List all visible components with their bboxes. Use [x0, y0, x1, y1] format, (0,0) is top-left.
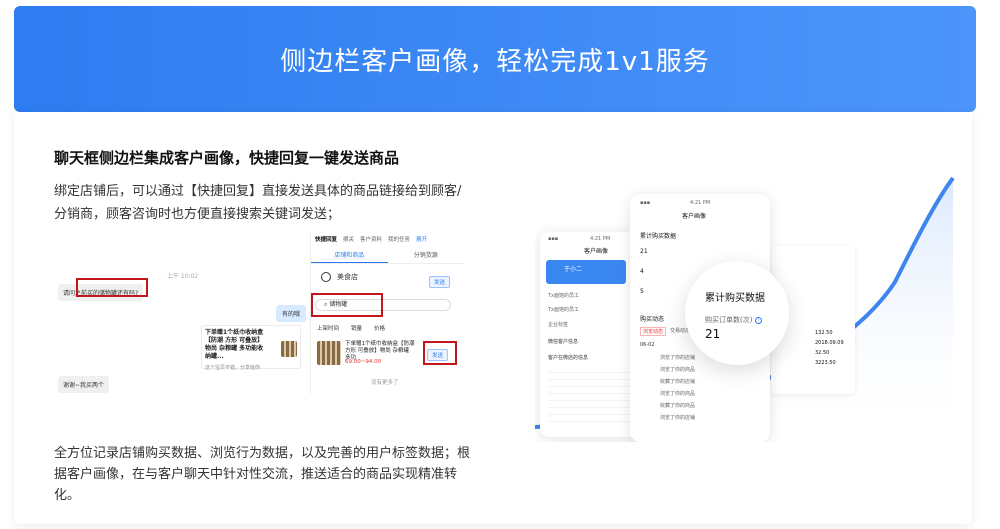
product-card-sub: 这个宝贝不错，分享给你 [205, 365, 261, 371]
subtab-distribution[interactable]: 分销货源 [388, 250, 465, 263]
popup-label: 购买订单数(次) i [705, 315, 762, 325]
tab-customer-profile[interactable]: 客户资料 [360, 235, 382, 243]
tab-tag[interactable]: 摘关 [343, 235, 354, 243]
agent-message: 有的哦 [276, 305, 307, 322]
product-card-title: 下单赠1个纸巾收纳盒【防潮 方形 可叠放】物尚 杂粮罐 多功能收纳罐... [205, 329, 264, 360]
send-highlight-box [423, 341, 457, 365]
sidebar-product-price: 69.00~94.00 [345, 359, 382, 365]
section-description-2: 全方位记录店铺购买数据、浏览行为数据，以及完善的用户标签数据；根据客户画像，在与… [54, 446, 471, 503]
sidebar-tabs: 快捷回复 摘关 客户资料 我的任务 展开 [315, 235, 460, 243]
popup-title: 累计购买数据 [705, 293, 765, 304]
shop-row: 美食店 [321, 272, 358, 282]
phone-front-title: 客户画像 [682, 213, 707, 220]
filter-sales[interactable]: 销量 [351, 324, 362, 332]
product-thumbnail [281, 341, 297, 357]
subtab-shop-products[interactable]: 店铺和商品 [311, 250, 388, 263]
sidebar-subtabs: 店铺和商品 分销货源 [311, 250, 464, 264]
phone-back-title: 客户画像 [584, 248, 609, 255]
info-icon[interactable]: i [754, 316, 762, 324]
header-banner: 侧边栏客户画像，轻松完成1v1服务 [14, 6, 976, 112]
filter-row: 上架时间 销量 价格 [317, 324, 385, 332]
product-card-message[interactable]: 下单赠1个纸巾收纳盒【防潮 方形 可叠放】物尚 杂粮罐 多功能收纳罐... 这个… [201, 325, 301, 371]
customer-card [546, 260, 626, 284]
phone-front-section: 累计购买数据 [640, 233, 677, 240]
section-heading: 聊天框侧边栏集成客户画像，快捷回复一键发送商品 [54, 149, 400, 167]
search-highlight-box [311, 293, 383, 317]
send-shop-button[interactable]: 发送 [429, 276, 451, 288]
customer-message-2: 谢谢~我买两个 [58, 376, 110, 393]
tab-quick-reply[interactable]: 快捷回复 [315, 235, 337, 243]
customer-name: 于小二 [564, 266, 583, 273]
highlight-box [76, 278, 148, 297]
chat-mockup: 上午 10:02 请问之前买的储物罐还有吗? 有的哦 下单赠1个纸巾收纳盒【防潮… [54, 232, 464, 394]
banner-title: 侧边栏客户画像，轻松完成1v1服务 [280, 46, 710, 77]
chat-timestamp: 上午 10:02 [167, 273, 199, 280]
filter-date[interactable]: 上架时间 [317, 324, 339, 332]
chat-sidebar: 快捷回复 摘关 客户资料 我的任务 展开 店铺和商品 分销货源 美食店 发送 ⌕… [310, 232, 464, 394]
shop-logo-icon [321, 272, 331, 282]
tab-expand[interactable]: 展开 [416, 235, 427, 243]
purchase-data-popup: 累计购买数据 购买订单数(次) i 21 [685, 261, 789, 365]
profile-mockup: ▪▪▪ 4:21 PM 客户画像 于小二 Tx面馆的员工 Tx面馆的员工 企业标… [535, 172, 955, 442]
shop-name: 美食店 [337, 273, 358, 281]
sidebar-product-thumbnail [317, 341, 341, 365]
no-more-text: 没有更多了 [371, 380, 399, 386]
popup-value: 21 [705, 327, 721, 341]
section-description: 绑定店铺后，可以通过【快捷回复】直接发送具体的商品链接给到顾客/分销商，顾客咨询… [54, 184, 462, 222]
tab-my-tasks[interactable]: 我的任务 [388, 235, 410, 243]
filter-price[interactable]: 价格 [374, 324, 385, 332]
